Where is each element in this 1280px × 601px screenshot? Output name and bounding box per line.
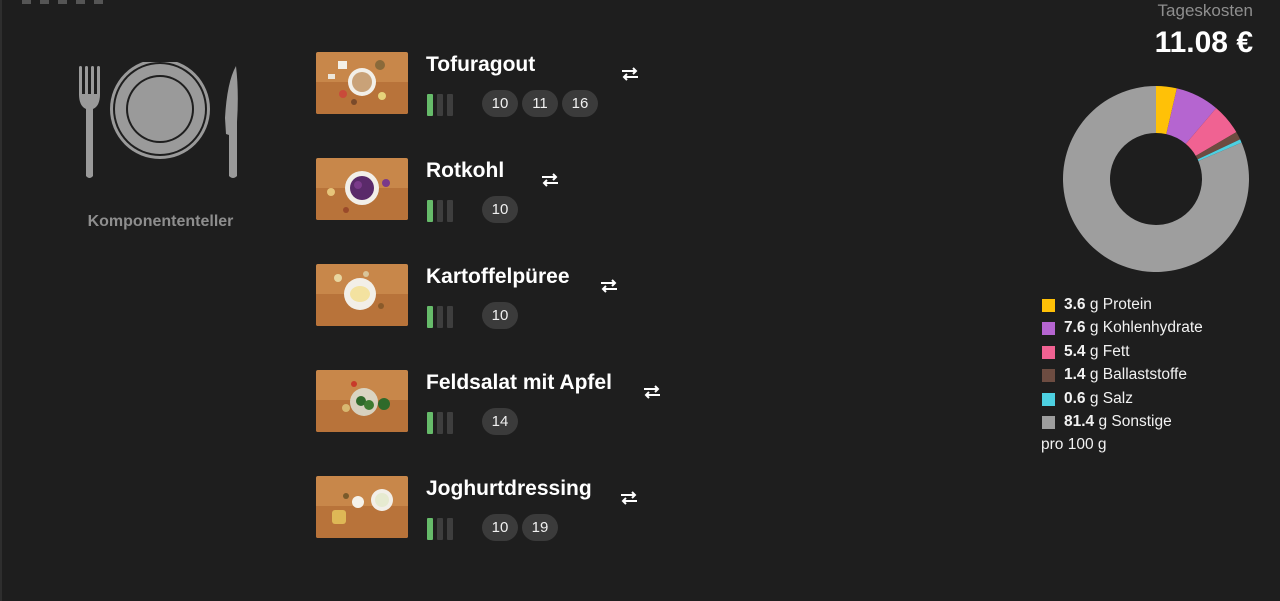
level-indicator <box>427 518 459 540</box>
legend-value: 1.4 <box>1064 366 1086 384</box>
legend-swatch <box>1042 299 1055 312</box>
legend-text: 7.6 g Kohlenhydrate <box>1064 319 1203 337</box>
legend-item: 0.6 g Salz <box>1041 390 1271 413</box>
legend-text: 81.4 g Sonstige <box>1064 413 1172 431</box>
component-name[interactable]: Tofuragout <box>426 53 535 77</box>
badge[interactable]: 14 <box>482 408 518 435</box>
badge[interactable]: 10 <box>482 196 518 223</box>
component-name[interactable]: Feldsalat mit Apfel <box>426 371 612 395</box>
legend-label: Kohlenhydrate <box>1102 319 1203 337</box>
component-name[interactable]: Rotkohl <box>426 159 504 183</box>
legend-label: Fett <box>1102 342 1130 360</box>
legend-label: Salz <box>1102 389 1133 407</box>
legend-item: 1.4 g Ballaststoffe <box>1041 366 1271 389</box>
legend-label: Ballaststoffe <box>1102 366 1187 384</box>
list-item-rotkohl[interactable]: Rotkohl 10 <box>316 158 716 223</box>
cutlery-plate-icon <box>79 59 238 178</box>
legend-swatch <box>1042 392 1055 406</box>
left-edge-divider <box>0 0 2 601</box>
legend-swatch <box>1042 322 1055 336</box>
level-indicator <box>427 412 459 434</box>
legend-text: 1.4 g Ballaststoffe <box>1064 366 1187 384</box>
badge[interactable]: 11 <box>522 90 558 117</box>
legend-unit: g <box>1085 319 1103 337</box>
meal-planner-view: Komponententeller Tofuragout 10 11 16 Ro… <box>0 0 1280 601</box>
food-thumbnail[interactable] <box>316 158 408 220</box>
component-name[interactable]: Joghurtdressing <box>426 477 592 501</box>
food-thumbnail[interactable] <box>316 370 408 432</box>
legend-swatch <box>1042 345 1055 359</box>
legend-unit: g <box>1085 342 1103 360</box>
badge-group: 10 <box>482 196 518 223</box>
badge-group: 10 19 <box>482 514 558 541</box>
legend-item: 5.4 g Fett <box>1041 343 1271 366</box>
legend-text: 5.4 g Fett <box>1064 343 1130 361</box>
badge[interactable]: 19 <box>522 514 558 541</box>
swap-arrows-icon[interactable] <box>618 490 640 506</box>
legend-value: 5.4 <box>1064 342 1086 360</box>
legend-unit: g <box>1085 389 1103 407</box>
level-indicator <box>427 200 459 222</box>
swap-arrows-icon[interactable] <box>641 384 663 400</box>
legend-label: Sonstige <box>1111 412 1172 430</box>
level-indicator <box>427 94 459 116</box>
food-thumbnail[interactable] <box>316 264 408 326</box>
nutrition-donut-chart <box>1063 86 1249 272</box>
badge-group: 14 <box>482 408 518 435</box>
food-thumbnail[interactable] <box>316 52 408 114</box>
daily-cost-label: Tageskosten <box>1157 1 1253 20</box>
legend-value: 0.6 <box>1064 389 1086 407</box>
legend-swatch <box>1042 369 1055 383</box>
legend-swatch <box>1042 415 1055 429</box>
component-plate[interactable]: Komponententeller <box>68 59 253 242</box>
legend-item: 3.6 g Protein <box>1041 296 1271 319</box>
badge[interactable]: 10 <box>482 514 518 541</box>
nutrition-legend: 3.6 g Protein 7.6 g Kohlenhydrate 5.4 g Fe… <box>1041 296 1271 454</box>
badge[interactable]: 10 <box>482 302 518 329</box>
list-item-feldsalat[interactable]: Feldsalat mit Apfel 14 <box>316 370 716 435</box>
legend-value: 81.4 <box>1064 412 1095 430</box>
swap-arrows-icon[interactable] <box>598 278 620 294</box>
top-cropped-toolbar <box>22 0 117 4</box>
legend-item: 7.6 g Kohlenhydrate <box>1041 319 1271 342</box>
daily-cost-value: 11.08 € <box>1154 26 1253 59</box>
legend-unit: g <box>1085 366 1103 384</box>
legend-item: 81.4 g Sonstige <box>1041 413 1271 436</box>
level-indicator <box>427 306 459 328</box>
legend-label: Protein <box>1102 296 1152 313</box>
badge-group: 10 11 16 <box>482 90 598 117</box>
food-thumbnail[interactable] <box>316 476 408 538</box>
badge[interactable]: 10 <box>482 90 518 117</box>
swap-arrows-icon[interactable] <box>539 172 561 188</box>
component-name[interactable]: Kartoffelpüree <box>426 265 570 289</box>
swap-arrows-icon[interactable] <box>619 66 641 82</box>
list-item-joghurtdressing[interactable]: Joghurtdressing 10 19 <box>316 476 716 541</box>
legend-value: 7.6 <box>1064 319 1086 337</box>
legend-footnote: pro 100 g <box>1041 436 1107 454</box>
list-item-tofuragout[interactable]: Tofuragout 10 11 16 <box>316 52 716 117</box>
legend-text: 3.6 g Protein <box>1064 296 1152 314</box>
legend-value: 3.6 <box>1064 296 1086 313</box>
badge-group: 10 <box>482 302 518 329</box>
legend-unit: g <box>1094 412 1112 430</box>
legend-text: 0.6 g Salz <box>1064 390 1133 408</box>
plate-label: Komponententeller <box>87 213 234 230</box>
legend-unit: g <box>1085 296 1103 313</box>
badge[interactable]: 16 <box>562 90 598 117</box>
list-item-kartoffelpueree[interactable]: Kartoffelpüree 10 <box>316 264 716 329</box>
